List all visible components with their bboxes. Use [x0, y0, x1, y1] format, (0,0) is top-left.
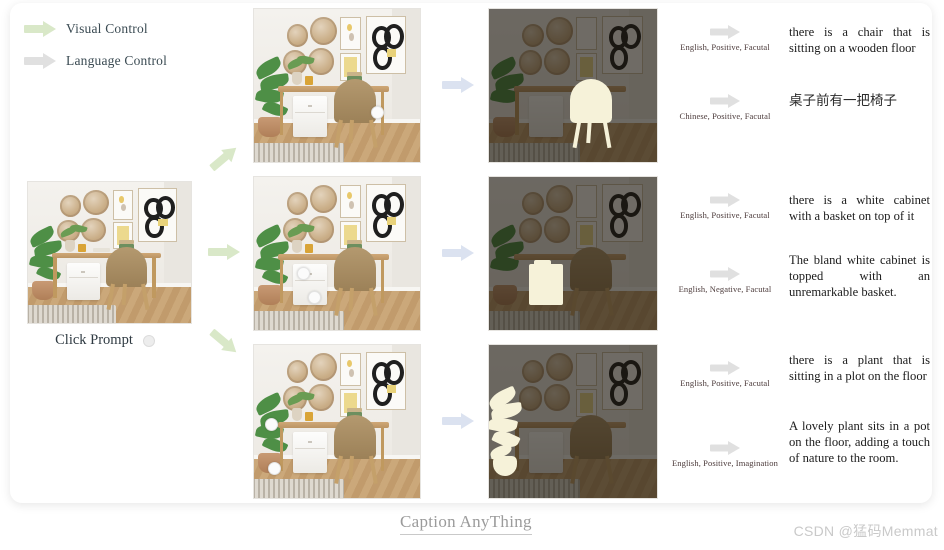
arrow-right-icon: [710, 440, 740, 456]
caption-text: The bland white cabinet is topped with a…: [789, 253, 930, 299]
segment-highlight-chair: [569, 79, 613, 123]
caption-tag: English, Positive, Facutal: [680, 210, 770, 220]
captions-chair: English, Positive, Facutal there is a ch…: [665, 8, 930, 168]
arrow-right-icon: [442, 76, 474, 94]
click-point-dot[interactable]: [268, 461, 282, 475]
caption-block: English, Positive, Facutal there is a pl…: [665, 352, 930, 389]
pipeline-rows: English, Positive, Facutal there is a ch…: [10, 3, 932, 503]
caption-tag: English, Positive, Imagination: [672, 458, 778, 468]
arrow-right-icon: [710, 360, 740, 376]
caption-text: 桌子前有一把椅子: [789, 93, 897, 108]
segmented-image-plant[interactable]: [488, 344, 658, 499]
segmented-image-cabinet[interactable]: [488, 176, 658, 331]
caption-tag: English, Positive, Facutal: [680, 42, 770, 52]
caption-tag: Chinese, Positive, Facutal: [679, 111, 771, 121]
caption-text: there is a white cabinet with a basket o…: [789, 193, 930, 223]
arrow-right-icon: [710, 266, 740, 282]
pipeline-row-plant: English, Positive, Facutal there is a pl…: [10, 344, 932, 503]
caption-text: there is a chair that is sitting on a wo…: [789, 25, 930, 55]
segmented-image-chair[interactable]: [488, 8, 658, 163]
arrow-right-icon: [710, 24, 740, 40]
original-image-chair[interactable]: [253, 8, 421, 163]
caption-block: Chinese, Positive, Facutal 桌子前有一把椅子: [665, 93, 930, 122]
captions-plant: English, Positive, Facutal there is a pl…: [665, 344, 930, 503]
caption-block: English, Positive, Imagination A lovely …: [665, 418, 930, 469]
watermark: CSDN @猛码Memmat: [793, 523, 938, 539]
figure-title: Caption AnyThing: [400, 512, 532, 535]
caption-block: English, Positive, Facutal there is a ch…: [665, 24, 930, 56]
arrow-right-icon: [710, 192, 740, 208]
caption-tag: English, Negative, Facutal: [678, 284, 772, 294]
arrow-right-icon: [442, 244, 474, 262]
caption-block: English, Negative, Facutal The bland whi…: [665, 252, 930, 300]
arrow-right-icon: [442, 412, 474, 430]
click-point-dot[interactable]: [370, 105, 384, 119]
caption-text: there is a plant that is sitting in a pl…: [789, 353, 930, 383]
pipeline-row-chair: English, Positive, Facutal there is a ch…: [10, 8, 932, 168]
original-image-plant[interactable]: [253, 344, 421, 499]
main-card: Visual Control Language Control Click Pr…: [10, 3, 932, 503]
caption-tag: English, Positive, Facutal: [680, 378, 770, 388]
segment-highlight-cabinet: [528, 264, 563, 305]
original-image-cabinet[interactable]: [253, 176, 421, 331]
captions-cabinet: English, Positive, Facutal there is a wh…: [665, 176, 930, 336]
caption-block: English, Positive, Facutal there is a wh…: [665, 192, 930, 224]
pipeline-row-cabinet: English, Positive, Facutal there is a wh…: [10, 176, 932, 336]
arrow-right-icon: [710, 93, 740, 109]
caption-text: A lovely plant sits in a pot on the floo…: [789, 419, 930, 465]
